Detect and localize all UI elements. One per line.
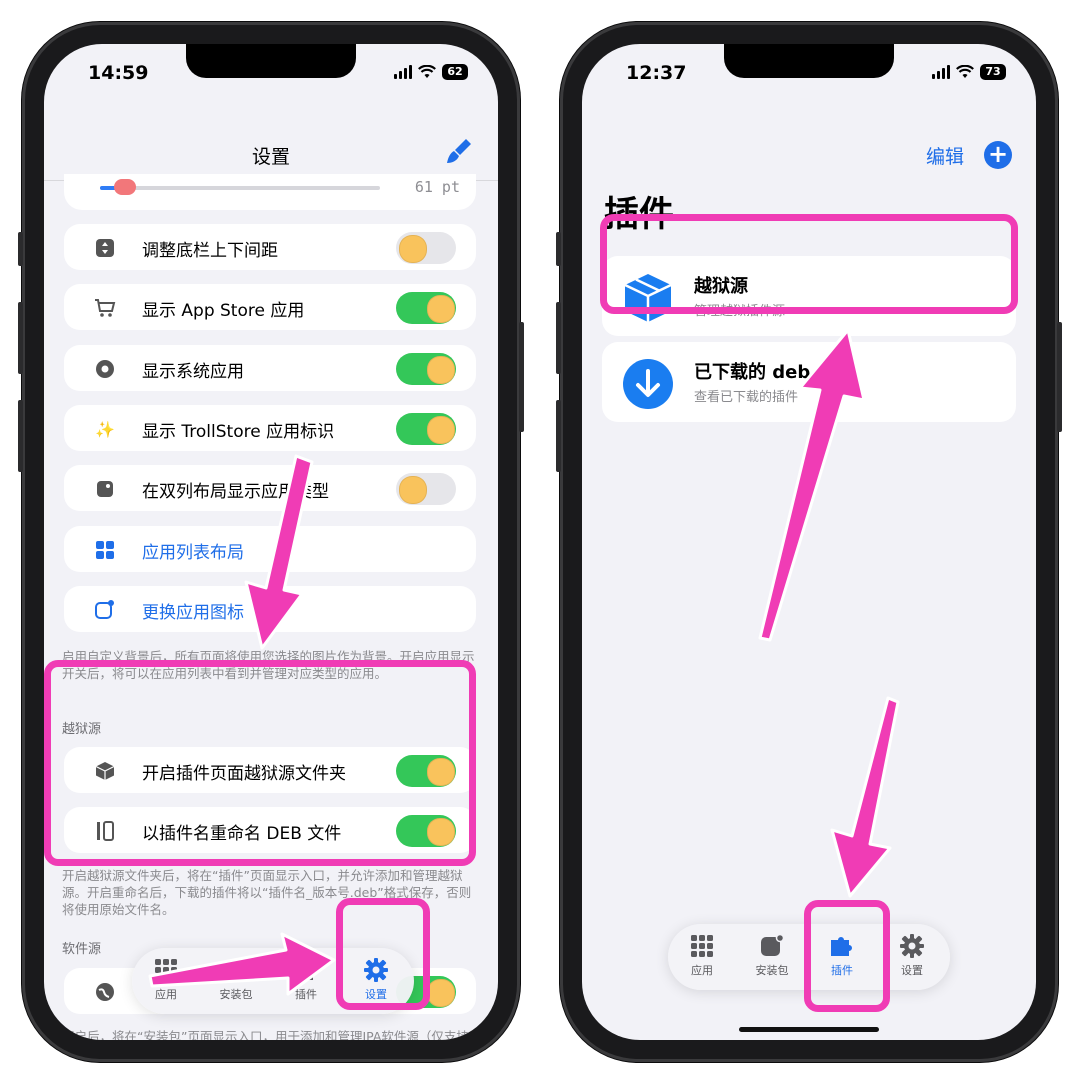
card-subtitle: 查看已下载的插件 xyxy=(694,390,799,405)
toggle-switch[interactable] xyxy=(396,413,456,445)
download-icon xyxy=(623,359,673,409)
setting-link-label: 更换应用图标 xyxy=(142,603,244,623)
status-time: 12:37 xyxy=(626,62,687,84)
battery-indicator: 62 xyxy=(442,64,468,80)
grid-icon xyxy=(136,956,196,984)
side-button xyxy=(18,232,23,266)
sparkles-icon: ✨ xyxy=(95,419,115,439)
volume-down-button xyxy=(556,400,561,472)
toggle-switch[interactable] xyxy=(396,232,456,264)
page-title: 设置 xyxy=(251,146,290,168)
card-title: 已下载的 deb xyxy=(694,362,811,383)
tab-packages[interactable]: 安装包 xyxy=(742,932,802,978)
tab-label: 应用 xyxy=(155,988,177,1001)
spacing-slider-card: 61 pt xyxy=(64,174,476,210)
toggle-knob xyxy=(427,979,455,1007)
setting-label: 显示系统应用 xyxy=(142,362,244,382)
tab-label: 应用 xyxy=(691,964,713,977)
setting-label: 显示 App Store 应用 xyxy=(142,301,305,321)
vertical-resize-icon xyxy=(94,237,116,259)
status-time: 14:59 xyxy=(88,62,149,84)
battery-indicator: 73 xyxy=(980,64,1006,80)
setting-label: 显示 TrollStore 应用标识 xyxy=(142,422,335,442)
tag-icon xyxy=(94,478,116,500)
highlight-jailbreak-section xyxy=(44,660,476,866)
tab-label: 安装包 xyxy=(219,988,253,1001)
notch xyxy=(186,44,356,78)
power-button xyxy=(519,322,524,432)
power-button xyxy=(1057,322,1062,432)
slider-value: 61 pt xyxy=(414,178,460,196)
grid-icon xyxy=(672,932,732,960)
edit-button[interactable]: 编辑 xyxy=(926,142,964,169)
highlight-settings-tab xyxy=(336,898,430,1010)
footnote-software: 开启后，将在“安装包”页面显示入口，用于添加和管理IPA软件源（仅支持未加密 J… xyxy=(62,1029,469,1040)
toggle-knob xyxy=(399,476,427,504)
slider-track[interactable] xyxy=(100,186,380,190)
setting-row-change-icon[interactable]: 更换应用图标 xyxy=(64,586,476,632)
wifi-icon xyxy=(418,65,436,78)
setting-link-label: 应用列表布局 xyxy=(142,543,244,563)
home-indicator xyxy=(739,1027,879,1032)
tab-apps[interactable]: 应用 xyxy=(672,932,732,978)
volume-up-button xyxy=(556,302,561,374)
toggle-knob xyxy=(427,356,455,384)
paintbrush-icon[interactable] xyxy=(444,136,474,166)
right-screen: 12:37 73 编辑 + 插件 越狱源 管理越狱插件源 已下载的 deb 查看… xyxy=(582,44,1036,1040)
setting-row-show-system-apps[interactable]: 显示系统应用 xyxy=(64,345,476,391)
wifi-icon xyxy=(956,65,974,78)
cart-icon xyxy=(94,297,116,319)
setting-label: 调整底栏上下间距 xyxy=(142,241,278,261)
toggle-knob xyxy=(399,235,427,263)
add-button[interactable]: + xyxy=(984,141,1012,169)
left-screen: 14:59 62 设置 61 pt 调整底栏上下间距 显示 App Store … xyxy=(44,44,498,1040)
gear-icon xyxy=(94,358,116,380)
puzzle-icon xyxy=(276,956,336,984)
downloaded-deb-card[interactable]: 已下载的 deb 查看已下载的插件 xyxy=(602,342,1016,422)
toggle-switch[interactable] xyxy=(396,292,456,324)
highlight-plugins-tab xyxy=(804,900,890,1012)
section-header-software: 软件源 xyxy=(62,942,102,957)
setting-row-show-appstore[interactable]: 显示 App Store 应用 xyxy=(64,284,476,330)
left-phone-frame: 14:59 62 设置 61 pt 调整底栏上下间距 显示 App Store … xyxy=(18,22,524,1062)
app-icon-change-icon xyxy=(94,599,116,621)
volume-up-button xyxy=(18,302,23,374)
setting-row-trollstore-badge[interactable]: ✨ 显示 TrollStore 应用标识 xyxy=(64,405,476,451)
tab-label: 插件 xyxy=(295,988,317,1001)
status-icons: 62 xyxy=(394,64,468,80)
tab-apps[interactable]: 应用 xyxy=(136,956,196,1002)
setting-label: 在双列布局显示应用类型 xyxy=(142,482,329,502)
cellular-signal-icon xyxy=(394,65,412,79)
toggle-knob xyxy=(427,295,455,323)
package-icon xyxy=(742,932,802,960)
toggle-knob xyxy=(427,416,455,444)
tab-packages[interactable]: 安装包 xyxy=(206,956,266,1002)
cellular-signal-icon xyxy=(932,65,950,79)
globe-icon xyxy=(94,981,116,1003)
side-button xyxy=(556,232,561,266)
toggle-switch[interactable] xyxy=(396,353,456,385)
grid-layout-icon xyxy=(94,539,116,561)
status-icons: 73 xyxy=(932,64,1006,80)
notch xyxy=(724,44,894,78)
tab-settings[interactable]: 设置 xyxy=(882,932,942,978)
slider-knob[interactable] xyxy=(114,179,136,195)
gear-icon xyxy=(882,932,942,960)
tab-label: 设置 xyxy=(901,964,923,977)
package-icon xyxy=(206,956,266,984)
setting-row-tab-spacing[interactable]: 调整底栏上下间距 xyxy=(64,224,476,270)
setting-row-app-type[interactable]: 在双列布局显示应用类型 xyxy=(64,465,476,511)
highlight-jailbreak-card xyxy=(600,214,1018,314)
toggle-switch[interactable] xyxy=(396,473,456,505)
tab-label: 安装包 xyxy=(755,964,789,977)
tab-plugins[interactable]: 插件 xyxy=(276,956,336,1002)
volume-down-button xyxy=(18,400,23,472)
setting-row-list-layout[interactable]: 应用列表布局 xyxy=(64,526,476,572)
